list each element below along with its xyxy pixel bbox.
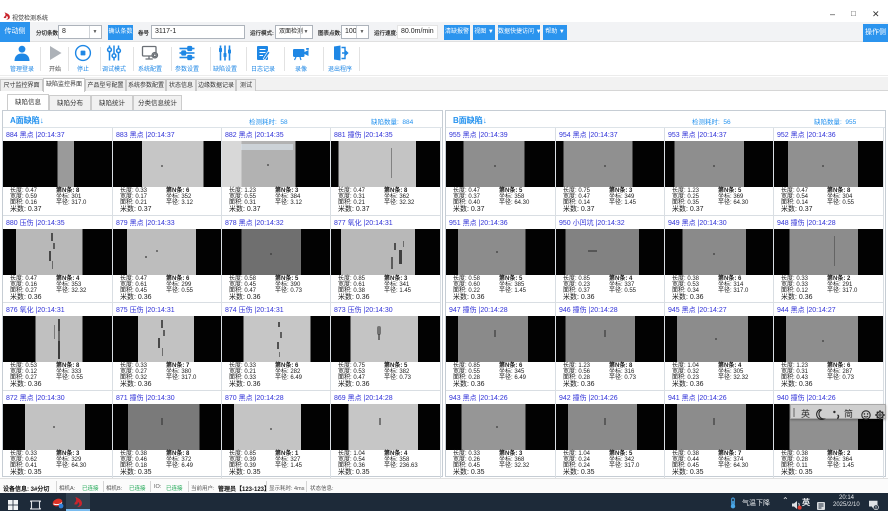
svg-text:6: 6: [875, 506, 877, 510]
